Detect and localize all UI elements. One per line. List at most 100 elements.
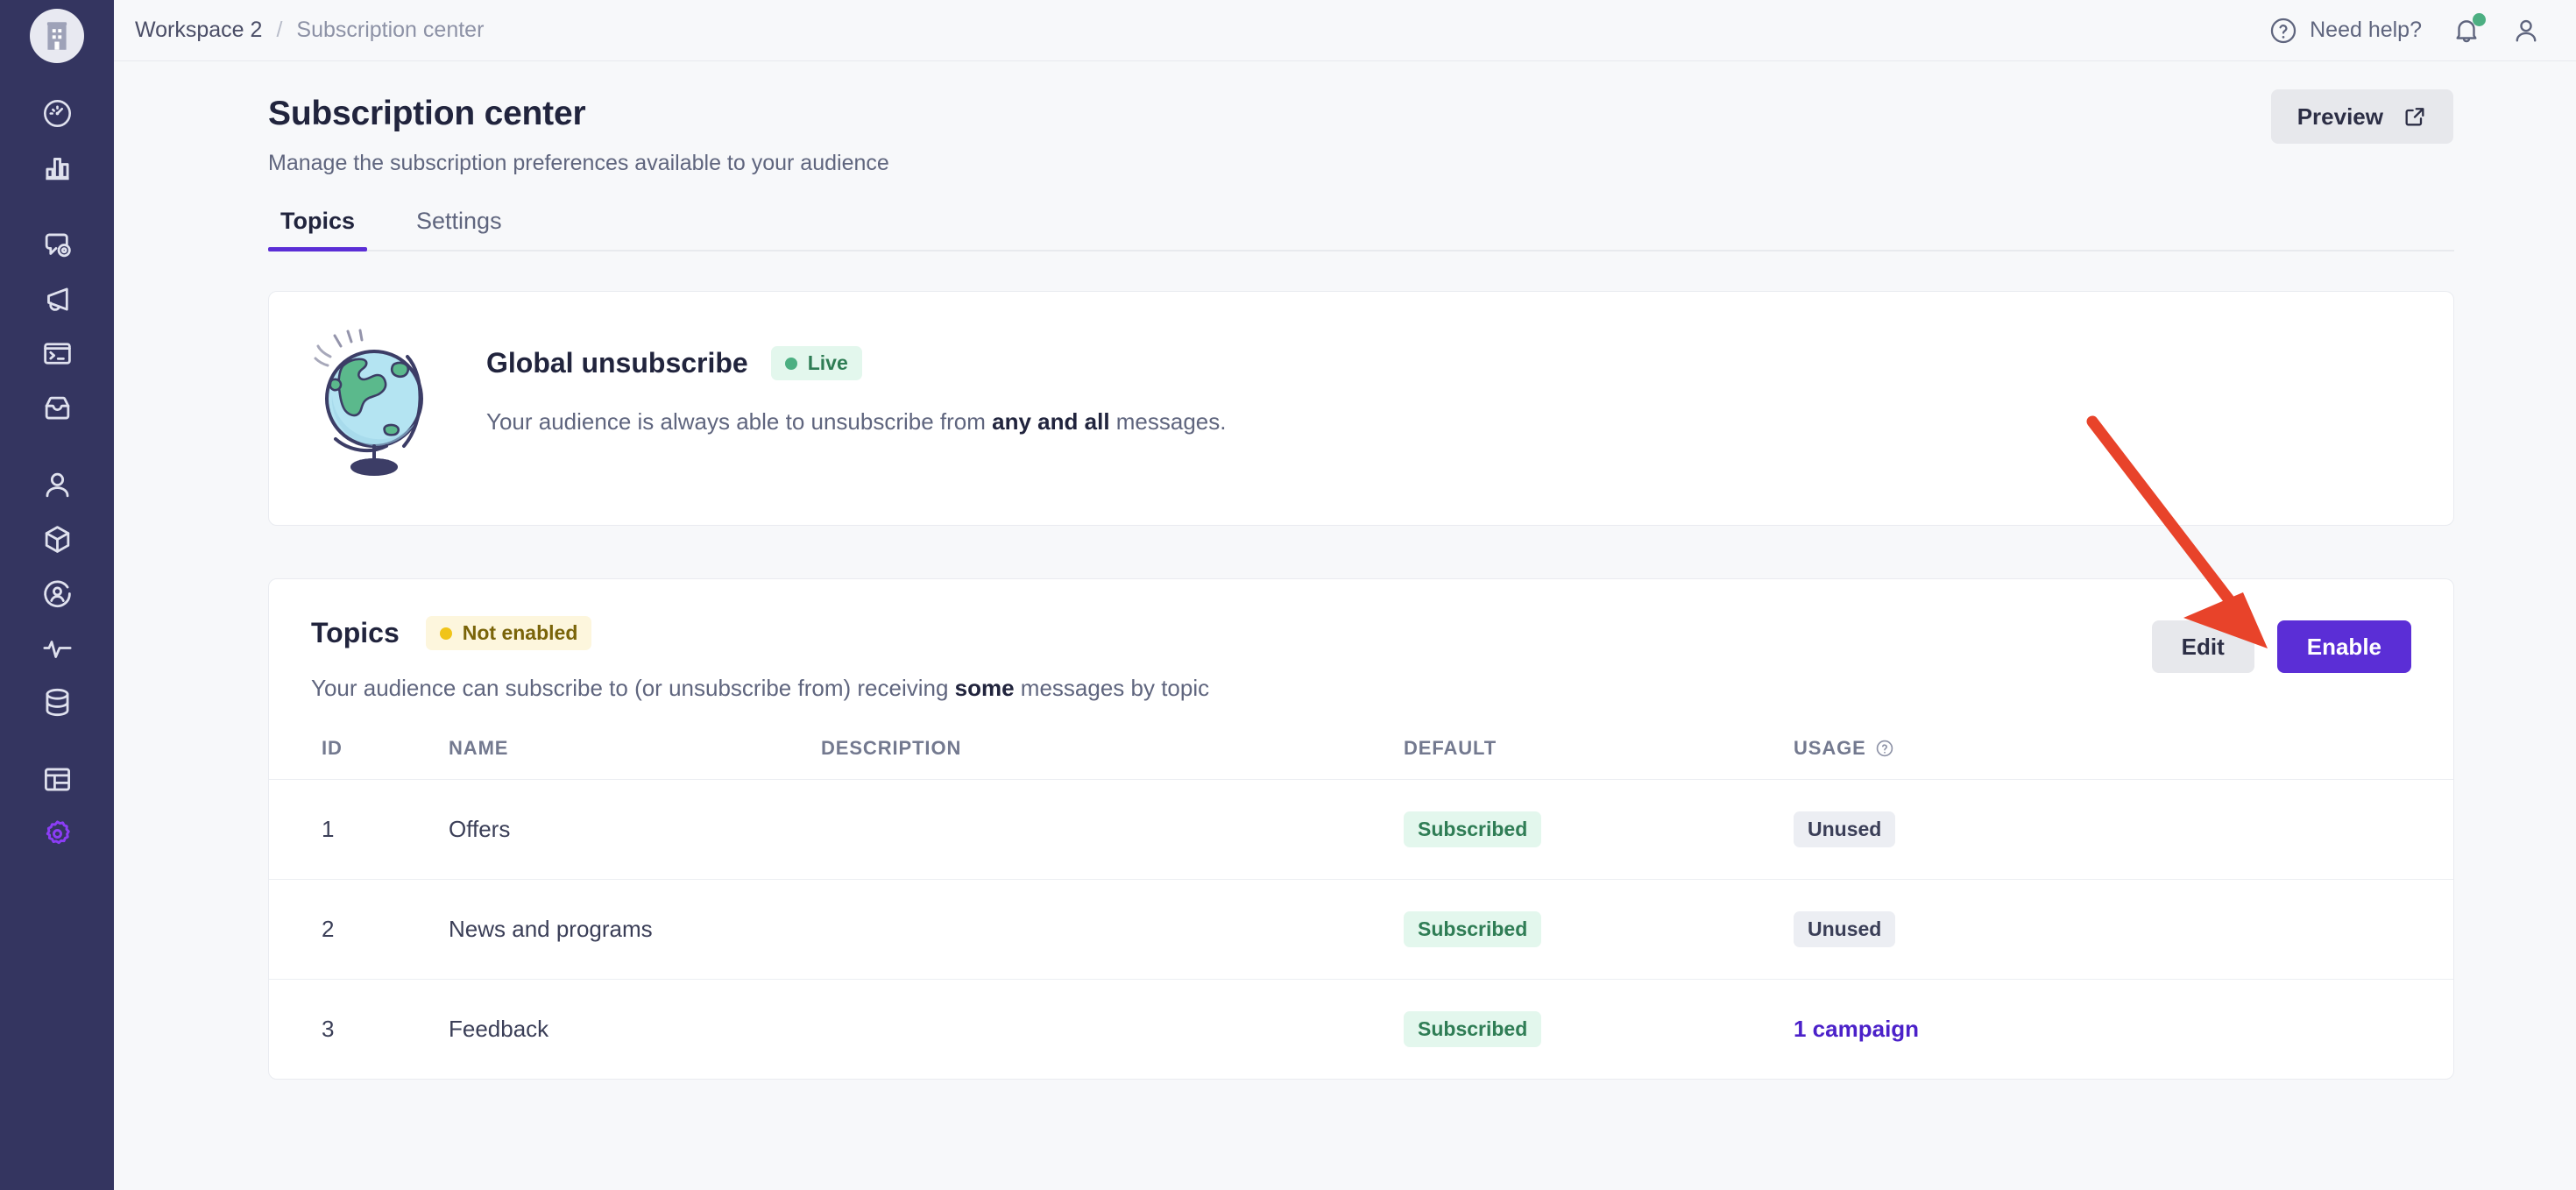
global-unsubscribe-card: Global unsubscribe Live Your audience is… bbox=[268, 291, 2454, 526]
global-unsubscribe-text: Global unsubscribe Live Your audience is… bbox=[486, 323, 1227, 436]
preview-button[interactable]: Preview bbox=[2270, 89, 2453, 144]
topics-status-label: Not enabled bbox=[462, 621, 578, 644]
topics-title: Topics bbox=[311, 617, 400, 648]
topbar-actions: Need help? bbox=[2268, 12, 2541, 46]
sidebar-item-data[interactable] bbox=[30, 675, 84, 729]
person-icon bbox=[46, 472, 68, 497]
status-dot-icon bbox=[784, 357, 797, 370]
tab-bar: Topics Settings bbox=[268, 208, 2454, 251]
sidebar-item-campaigns[interactable] bbox=[30, 272, 84, 326]
topics-status-badge: Not enabled bbox=[425, 616, 592, 650]
user-circle-icon bbox=[43, 580, 71, 607]
tab-settings[interactable]: Settings bbox=[404, 208, 514, 250]
sidebar-item-messaging[interactable] bbox=[30, 217, 84, 272]
globe-illustration bbox=[314, 329, 423, 476]
cell-id: 3 bbox=[322, 1016, 335, 1042]
gear-icon bbox=[46, 819, 70, 844]
table-header: ID NAME DESCRIPTION DEFAULT USAGE bbox=[269, 737, 2453, 780]
sidebar-item-inbox[interactable] bbox=[30, 380, 84, 435]
terminal-icon bbox=[43, 342, 71, 365]
user-avatar-button[interactable] bbox=[2511, 16, 2541, 46]
cell-name: Offers bbox=[449, 779, 821, 880]
global-unsubscribe-title: Global unsubscribe bbox=[486, 347, 748, 379]
bar-chart-icon bbox=[45, 157, 69, 180]
question-circle-icon bbox=[2270, 18, 2296, 43]
cell-default: Subscribed bbox=[1404, 980, 1794, 1080]
cell-default: Subscribed bbox=[1404, 879, 1794, 980]
breadcrumb: Workspace 2 / Subscription center bbox=[135, 18, 484, 43]
sidebar-item-people[interactable] bbox=[30, 457, 84, 512]
table-header-row: ID NAME DESCRIPTION DEFAULT USAGE bbox=[269, 737, 2453, 780]
cell-name: News and programs bbox=[449, 879, 821, 980]
usage-help-icon[interactable] bbox=[1875, 739, 1894, 758]
topics-desc-suffix: messages by topic bbox=[1014, 675, 1210, 701]
tab-topics[interactable]: Topics bbox=[268, 208, 368, 251]
sidebar-item-layouts[interactable] bbox=[30, 752, 84, 806]
pulse-icon bbox=[42, 640, 72, 658]
topics-description: Your audience can subscribe to (or unsub… bbox=[311, 675, 2411, 702]
table-row[interactable]: 3 Feedback Subscribed 1 campaign bbox=[269, 980, 2453, 1080]
tab-topics-label: Topics bbox=[280, 208, 356, 234]
cell-description bbox=[821, 980, 1404, 1080]
cell-default: Subscribed bbox=[1404, 779, 1794, 880]
column-header-name: NAME bbox=[449, 737, 821, 780]
column-header-default: DEFAULT bbox=[1404, 737, 1794, 780]
sidebar-item-activity[interactable] bbox=[30, 620, 84, 675]
enable-button[interactable]: Enable bbox=[2276, 620, 2411, 673]
column-header-usage-label: USAGE bbox=[1794, 737, 1866, 759]
table-row[interactable]: 2 News and programs Subscribed Unused bbox=[269, 879, 2453, 980]
breadcrumb-workspace[interactable]: Workspace 2 bbox=[135, 18, 262, 43]
inbox-icon bbox=[45, 396, 69, 419]
tab-settings-label: Settings bbox=[416, 208, 502, 234]
sidebar-item-developer-console[interactable] bbox=[30, 326, 84, 380]
sidebar-item-dashboard[interactable] bbox=[30, 86, 84, 140]
default-pill: Subscribed bbox=[1404, 811, 1542, 847]
cell-description bbox=[821, 879, 1404, 980]
sidebar-item-settings[interactable] bbox=[30, 806, 84, 861]
page-subtitle: Manage the subscription preferences avai… bbox=[268, 151, 889, 175]
need-help-label: Need help? bbox=[2310, 18, 2422, 42]
sidebar bbox=[0, 0, 114, 1190]
usage-pill: Unused bbox=[1794, 911, 1896, 947]
cell-usage: Unused bbox=[1794, 779, 2453, 880]
chat-target-icon bbox=[45, 233, 71, 257]
sidebar-item-analytics[interactable] bbox=[30, 140, 84, 195]
status-dot-icon bbox=[439, 627, 452, 640]
table-row[interactable]: 1 Offers Subscribed Unused bbox=[269, 779, 2453, 880]
topics-action-buttons: Edit Enable bbox=[2151, 620, 2411, 673]
table-layout-icon bbox=[44, 768, 70, 790]
status-badge-label: Live bbox=[807, 351, 848, 374]
sidebar-item-objects[interactable] bbox=[30, 512, 84, 566]
cube-icon bbox=[45, 525, 69, 553]
usage-pill: Unused bbox=[1794, 811, 1896, 847]
default-pill: Subscribed bbox=[1404, 911, 1542, 947]
breadcrumb-current: Subscription center bbox=[296, 18, 485, 42]
global-unsubscribe-description: Your audience is always able to unsubscr… bbox=[486, 408, 1227, 436]
desc-prefix: Your audience is always able to unsubscr… bbox=[486, 408, 993, 435]
need-help-button[interactable]: Need help? bbox=[2268, 16, 2422, 46]
megaphone-icon bbox=[46, 287, 68, 311]
topics-desc-bold: some bbox=[954, 675, 1015, 701]
topics-header: Topics Not enabled Your audience can sub… bbox=[269, 579, 2453, 702]
sidebar-item-audience[interactable] bbox=[30, 566, 84, 620]
topics-card: Topics Not enabled Your audience can sub… bbox=[268, 578, 2454, 1080]
usage-campaign-link[interactable]: 1 campaign bbox=[1794, 1016, 1919, 1042]
main-content: Subscription center Manage the subscript… bbox=[114, 61, 2576, 1190]
table-body: 1 Offers Subscribed Unused 2 News and pr… bbox=[269, 779, 2453, 1080]
desc-suffix: messages. bbox=[1109, 408, 1227, 435]
notifications-button[interactable] bbox=[2452, 12, 2486, 46]
edit-button[interactable]: Edit bbox=[2151, 620, 2254, 673]
global-unsubscribe-status-badge: Live bbox=[770, 346, 862, 380]
topics-desc-prefix: Your audience can subscribe to (or unsub… bbox=[311, 675, 955, 701]
speedometer-icon bbox=[43, 99, 71, 127]
cell-usage: 1 campaign bbox=[1794, 980, 2453, 1080]
page-header: Subscription center Manage the subscript… bbox=[114, 61, 2576, 176]
company-building-logo[interactable] bbox=[30, 9, 84, 63]
preview-button-label: Preview bbox=[2296, 103, 2383, 130]
column-header-id: ID bbox=[269, 737, 449, 780]
user-avatar-icon bbox=[2516, 19, 2537, 42]
cell-id: 2 bbox=[269, 879, 449, 980]
column-header-usage: USAGE bbox=[1794, 737, 2453, 780]
topbar: Workspace 2 / Subscription center Need h… bbox=[114, 0, 2576, 61]
breadcrumb-separator: / bbox=[276, 18, 283, 42]
